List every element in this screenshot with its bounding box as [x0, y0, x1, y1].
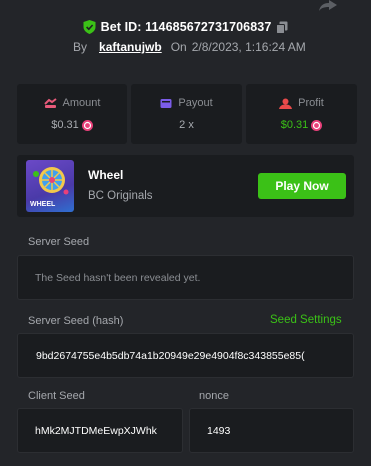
profit-value: $0.31 [280, 119, 309, 131]
bet-id: Bet ID: 114685672731706837 [100, 20, 272, 34]
bet-date: 2/8/2023, 1:16:24 AM [191, 40, 306, 54]
amount-stat: Amount $0.31 [17, 84, 127, 144]
payout-value: 2 x [179, 119, 194, 131]
payout-label: Payout [178, 97, 213, 109]
profit-icon [279, 98, 293, 109]
client-seed-label: Client Seed [28, 390, 85, 402]
client-seed-field[interactable]: hMk2MJTDMeEwpXJWhk [17, 408, 183, 453]
verified-shield-icon [83, 20, 96, 34]
by-label: By [73, 40, 88, 54]
nonce-label: nonce [199, 390, 229, 402]
profit-stat: Profit $0.31 [246, 84, 357, 144]
username-link[interactable]: kaftanujwb [99, 40, 162, 54]
bet-details-panel: Bet ID: 114685672731706837 By kaftanujwb… [0, 0, 371, 466]
server-seed-label: Server Seed [28, 236, 90, 248]
payout-icon [160, 98, 172, 108]
game-thumbnail[interactable]: WHEEL [26, 160, 74, 212]
coin-icon [81, 119, 93, 131]
thumb-text: WHEEL [30, 201, 56, 208]
copy-icon[interactable] [276, 21, 288, 34]
server-seed-field[interactable]: The Seed hasn't been revealed yet. [17, 255, 354, 300]
profit-label: Profit [298, 97, 324, 109]
bet-meta: By kaftanujwb On 2/8/2023, 1:16:24 AM [73, 39, 306, 55]
nonce-field[interactable]: 1493 [189, 408, 354, 453]
seed-settings-link[interactable]: Seed Settings [270, 314, 342, 326]
amount-label: Amount [62, 97, 101, 109]
game-provider: BC Originals [88, 190, 153, 202]
server-seed-hash-field[interactable]: 9bd2674755e4b5db74a1b20949e29e4904f8c343… [17, 333, 354, 378]
game-name: Wheel [88, 168, 124, 182]
payout-stat: Payout 2 x [131, 84, 242, 144]
bet-stats: Amount $0.31 Payout 2 x Profit $0.31 [17, 84, 357, 144]
share-icon[interactable] [318, 0, 338, 12]
on-label: On [170, 40, 187, 54]
play-now-button[interactable]: Play Now [258, 173, 346, 199]
coin-icon [311, 119, 323, 131]
amount-value: $0.31 [51, 119, 79, 131]
server-seed-hash-label: Server Seed (hash) [28, 315, 124, 327]
amount-icon [43, 97, 57, 108]
game-card: WHEEL Wheel BC Originals Play Now [17, 155, 354, 217]
wheel-game-icon: WHEEL [30, 167, 69, 208]
bet-id-row: Bet ID: 114685672731706837 [0, 17, 371, 37]
